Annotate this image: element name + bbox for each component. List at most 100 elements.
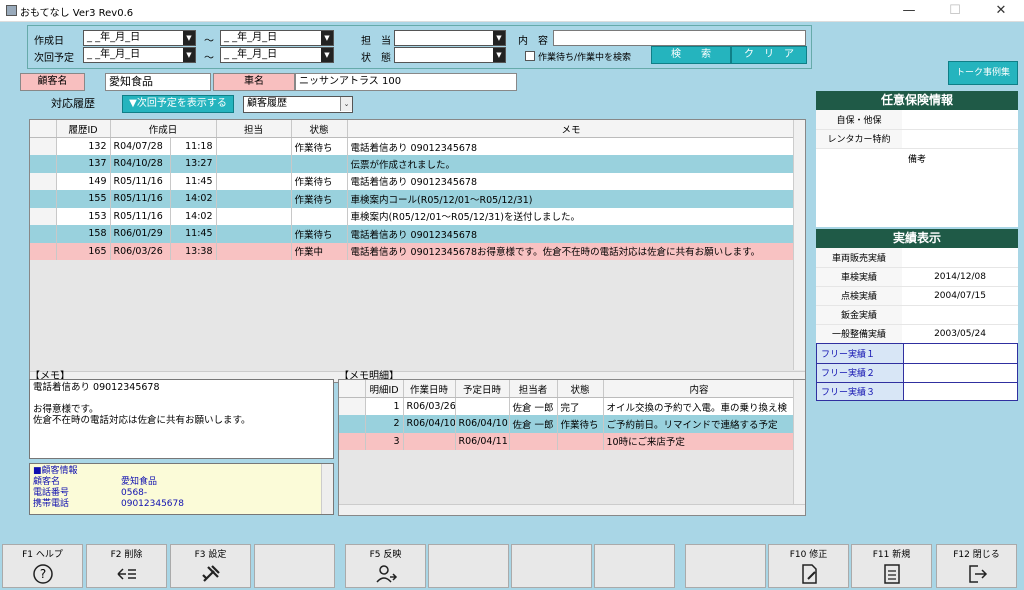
table-row[interactable]: 149 R05/11/16 11:45 作業待ち 電話着信あり 09012345678: [30, 172, 796, 190]
wip-checkbox[interactable]: [525, 51, 535, 61]
talk-examples-button[interactable]: トーク事例集: [948, 61, 1018, 85]
tab-history[interactable]: 対応履歴: [27, 95, 119, 114]
table-row[interactable]: 2 R06/04/10 R06/04/10 佐倉 一郎 作業待ち ご予約前日。リマインドで…: [339, 415, 796, 433]
table-row[interactable]: 158 R06/01/29 11:45 作業待ち 電話着信あり 09012345678: [30, 225, 796, 243]
next-date-label: 次回予定: [34, 53, 74, 64]
result-key: 車検実績: [816, 267, 902, 287]
table-row[interactable]: 137 R04/10/28 13:27 伝票が作成されました。: [30, 155, 796, 173]
created-from-date[interactable]: _ _年_月_日 ▼: [83, 30, 196, 46]
result-value: 2004/07/15: [902, 286, 1018, 306]
table-row-selected[interactable]: 165 R06/03/26 13:38 作業中 電話着信あり 09012345678お得…: [30, 242, 796, 260]
col-assignee[interactable]: 担当者: [509, 380, 558, 398]
f7-empty-button[interactable]: [511, 544, 592, 588]
close-window-button[interactable]: ✕: [978, 0, 1024, 22]
table-row[interactable]: 132 R04/07/28 11:18 作業待ち 電話着信あり 09012345678: [30, 137, 796, 155]
svg-text:?: ?: [39, 567, 45, 581]
exit-icon: [968, 565, 987, 583]
result-key: 鈑金実績: [816, 305, 902, 325]
insurance-note-label: 備考: [907, 154, 926, 165]
free-results-panel: フリー実績１ フリー実績２ フリー実績３: [816, 343, 1018, 401]
customer-info-scroll[interactable]: [321, 464, 333, 514]
free-result-key: フリー実績３: [817, 382, 904, 400]
free-result-key: フリー実績２: [817, 363, 904, 383]
created-to-date[interactable]: _ _年_月_日 ▼: [220, 30, 334, 46]
delete-list-icon: [116, 568, 136, 580]
edit-doc-icon: [801, 564, 817, 584]
history-vscroll[interactable]: [793, 120, 805, 370]
col-detail-status[interactable]: 状態: [557, 380, 604, 398]
next-to-date[interactable]: _ _年_月_日 ▼: [220, 47, 334, 63]
f3-settings-button[interactable]: F3 設定: [170, 544, 251, 588]
insurance-value[interactable]: [902, 129, 1018, 149]
client-area: 作成日 次回予定 _ _年_月_日 ▼ _ _年_月_日 ▼ ～ ～ _ _年_月_…: [0, 22, 1024, 590]
app-icon: [6, 5, 17, 16]
title-bar: おもてなし Ver3 Rev0.6 — ☐ ✕: [0, 0, 1024, 22]
col-detail-id[interactable]: 明細ID: [365, 380, 404, 398]
col-work-date[interactable]: 作業日時: [403, 380, 456, 398]
table-row[interactable]: 3 R06/04/11 10時にご来店予定: [339, 432, 796, 450]
result-key: 車両販売実績: [816, 248, 902, 268]
col-history-id[interactable]: 履歴ID: [56, 120, 111, 138]
created-date-label: 作成日: [34, 36, 64, 47]
f12-close-button[interactable]: F12 閉じる: [936, 544, 1017, 588]
col-status[interactable]: 状態: [291, 120, 348, 138]
result-key: 点検実績: [816, 286, 902, 306]
col-created[interactable]: 作成日: [110, 120, 217, 138]
f5-apply-button[interactable]: F5 反映: [345, 544, 426, 588]
customer-info-box: ■顧客情報 顧客名 愛知食品 電話番号 0568- 携帯電話 09012345678: [29, 463, 334, 515]
insurance-value[interactable]: [902, 110, 1018, 130]
tools-icon: [201, 565, 220, 582]
f10-edit-button[interactable]: F10 修正: [768, 544, 849, 588]
f2-delete-button[interactable]: F2 削除: [86, 544, 167, 588]
history-grid-header: 履歴ID 作成日 担当 状態 メモ: [30, 120, 796, 138]
free-result-key: フリー実績１: [817, 344, 904, 364]
free-result-value[interactable]: [903, 363, 1017, 383]
customer-name-label: 顧客名: [20, 73, 85, 91]
free-result-value[interactable]: [903, 344, 1017, 364]
col-content[interactable]: 内容: [603, 380, 796, 398]
staff-label: 担 当: [361, 36, 391, 47]
results-title: 実績表示: [816, 229, 1018, 248]
staff-select[interactable]: ▼: [394, 30, 506, 46]
memo-detail-vscroll[interactable]: [793, 380, 805, 504]
f1-help-button[interactable]: F1 ヘルプ ?: [2, 544, 83, 588]
f6-empty-button[interactable]: [428, 544, 509, 588]
status-select[interactable]: ▼: [394, 47, 506, 63]
f11-new-button[interactable]: F11 新規: [851, 544, 932, 588]
f4-empty-button[interactable]: [254, 544, 335, 588]
insurance-panel: 自保・他保 レンタカー特約 備考: [816, 110, 1018, 227]
memo-detail-hscroll[interactable]: [339, 504, 805, 515]
minimize-button[interactable]: —: [886, 0, 932, 22]
result-key: 一般整備実績: [816, 324, 902, 344]
help-icon: ?: [32, 564, 53, 584]
car-name-field[interactable]: ニッサンアトラス 100: [295, 73, 517, 91]
show-next-schedule-button[interactable]: ▼次回予定を表示する: [122, 95, 234, 113]
insurance-key: レンタカー特約: [816, 129, 902, 149]
insurance-title: 任意保険情報: [816, 91, 1018, 110]
clear-button[interactable]: ク リ ア: [731, 46, 807, 64]
f8-empty-button[interactable]: [594, 544, 675, 588]
tilde-1: ～: [204, 36, 214, 47]
next-from-date[interactable]: _ _年_月_日 ▼: [83, 47, 196, 63]
tilde-2: ～: [204, 53, 214, 64]
col-plan-date[interactable]: 予定日時: [455, 380, 510, 398]
history-type-select[interactable]: 顧客履歴 ⌄: [243, 96, 353, 113]
free-result-value[interactable]: [903, 382, 1017, 400]
customer-name-field[interactable]: 愛知食品: [105, 73, 211, 91]
user-sync-icon: [375, 565, 397, 583]
memo-textarea[interactable]: 電話着信あり 09012345678 お得意様です。 佐倉不在時の電話対応は佐倉…: [29, 379, 334, 459]
f9-empty-button[interactable]: [685, 544, 766, 588]
result-value: [902, 248, 1018, 268]
col-memo[interactable]: メモ: [347, 120, 796, 138]
maximize-button[interactable]: ☐: [932, 0, 978, 22]
table-row[interactable]: 1 R06/03/26 佐倉 一郎 完了 オイル交換の予約で入電。車の乗り換え検: [339, 397, 796, 415]
table-row[interactable]: 155 R05/11/16 14:02 作業待ち 車検案内コール(R05/12/01～R…: [30, 190, 796, 208]
result-value: [902, 305, 1018, 325]
content-input[interactable]: [553, 30, 806, 46]
col-staff[interactable]: 担当: [216, 120, 292, 138]
table-row[interactable]: 153 R05/11/16 14:02 車検案内(R05/12/01～R05/12/3…: [30, 207, 796, 225]
wip-check-label: 作業待ち/作業中を検索: [538, 53, 632, 63]
results-panel: 車両販売実績 車検実績 2014/12/08 点検実績 2004/07/15 鈑金実…: [816, 248, 1018, 344]
search-button[interactable]: 検 索: [651, 46, 731, 64]
insurance-key: 自保・他保: [816, 110, 902, 130]
